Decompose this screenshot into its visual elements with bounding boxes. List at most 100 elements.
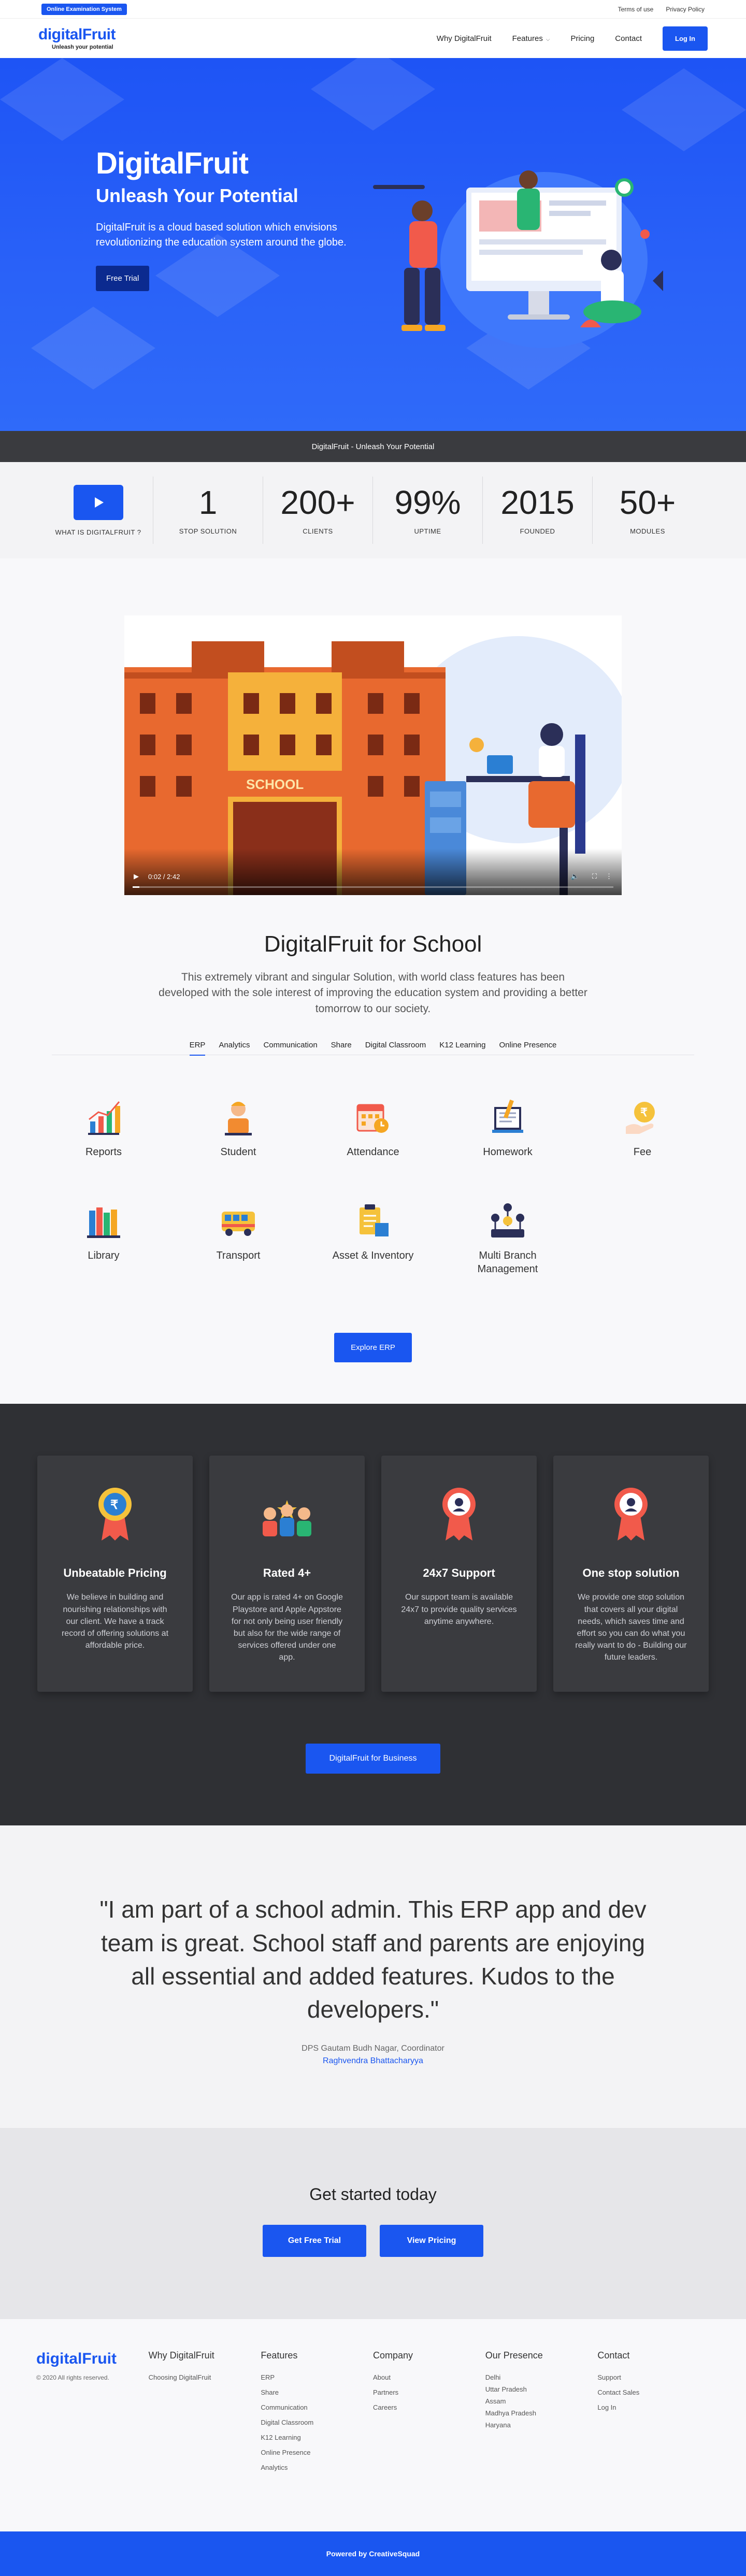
card-title: One stop solution: [582, 1566, 680, 1580]
fullscreen-icon[interactable]: ⛶: [592, 872, 597, 881]
explore-erp-button[interactable]: Explore ERP: [334, 1333, 412, 1363]
login-button[interactable]: Log In: [663, 26, 708, 51]
student-icon: [225, 1102, 252, 1136]
footer-col-title: Features: [261, 2350, 298, 2361]
feature-label: Student: [220, 1146, 256, 1158]
top-utility-bar: Online Examination System Terms of use P…: [0, 0, 746, 19]
tab-erp[interactable]: ERP: [189, 1041, 206, 1056]
support-badge-icon: [442, 1488, 476, 1541]
footer-col-presence: Our Presence Delhi Uttar Pradesh Assam M…: [485, 2350, 598, 2479]
stat-item: 200+ CLIENTS: [263, 477, 373, 544]
footer-link[interactable]: Digital Classroom: [261, 2419, 373, 2426]
get-free-trial-button[interactable]: Get Free Trial: [263, 2224, 366, 2257]
footer-text: Uttar Pradesh: [485, 2385, 527, 2393]
tagline-banner: DigitalFruit - Unleash Your Potential: [0, 431, 746, 462]
brand-logo[interactable]: digitalFruit Unleash your potential: [38, 25, 116, 50]
terms-link[interactable]: Terms of use: [618, 6, 654, 13]
feature-label: Asset & Inventory: [332, 1250, 414, 1262]
footer-col-title: Company: [373, 2350, 413, 2361]
stat-label: MODULES: [630, 527, 665, 535]
nav-links: Why DigitalFruit Features ⌵ Pricing Conta…: [437, 26, 708, 51]
tab-online-presence[interactable]: Online Presence: [499, 1041, 557, 1049]
play-control-icon[interactable]: ▶: [134, 872, 139, 881]
volume-icon[interactable]: 🔈: [571, 872, 579, 881]
footer-link[interactable]: ERP: [261, 2373, 373, 2381]
card-text: We believe in building and nourishing re…: [61, 1593, 169, 1650]
footer-link[interactable]: Online Presence: [261, 2449, 373, 2456]
tab-analytics[interactable]: Analytics: [219, 1041, 250, 1049]
stat-label: UPTIME: [414, 527, 441, 535]
stat-item: 1 STOP SOLUTION: [153, 477, 263, 544]
video-player[interactable]: SCHOOL ▶ 0:02 / 2:42 🔈 ⛶ ⋮: [124, 615, 622, 895]
nav-contact[interactable]: Contact: [615, 34, 642, 43]
logo-text: digitalFruit: [38, 25, 116, 43]
more-options-icon[interactable]: ⋮: [606, 872, 612, 881]
powered-by-bar[interactable]: Powered by CreativeSquad: [0, 2531, 746, 2576]
footer-link[interactable]: Share: [261, 2388, 373, 2396]
feature-student[interactable]: Student: [171, 1097, 306, 1159]
online-exam-badge[interactable]: Online Examination System: [41, 3, 127, 15]
footer-link[interactable]: Careers: [373, 2404, 485, 2411]
nav-features[interactable]: Features ⌵: [512, 34, 550, 43]
feature-tabs: ERP Analytics Communication Share Digita…: [52, 1041, 694, 1056]
footer-link[interactable]: Contact Sales: [597, 2388, 710, 2396]
school-section: SCHOOL ▶ 0:02 / 2:42 🔈 ⛶ ⋮ DigitalFruit …: [0, 558, 746, 1404]
get-started-section: Get started today Get Free Trial View Pr…: [0, 2127, 746, 2319]
footer-link[interactable]: Partners: [373, 2388, 485, 2396]
feature-reports[interactable]: Reports: [36, 1097, 171, 1159]
stat-item: 99% UPTIME: [373, 477, 483, 544]
feature-fee[interactable]: ₹ Fee: [575, 1097, 710, 1159]
tab-share[interactable]: Share: [331, 1041, 352, 1049]
view-pricing-button[interactable]: View Pricing: [380, 2224, 483, 2257]
school-description: This extremely vibrant and singular Solu…: [159, 971, 587, 1015]
stat-number: 200+: [280, 483, 355, 521]
stat-label: FOUNDED: [520, 527, 555, 535]
footer-logo[interactable]: digitalFruit: [36, 2350, 149, 2368]
footer-link[interactable]: Communication: [261, 2404, 373, 2411]
school-title: DigitalFruit for School: [264, 931, 482, 957]
erp-features-grid: Reports Student Attendance Homework ₹ Fe…: [36, 1097, 710, 1276]
svg-text:₹: ₹: [640, 1106, 648, 1119]
nav-pricing[interactable]: Pricing: [570, 34, 594, 43]
feature-multi-branch[interactable]: Multi Branch Management: [440, 1200, 575, 1276]
play-icon: [94, 497, 104, 508]
library-icon: [87, 1207, 120, 1239]
utility-links: Terms of use Privacy Policy: [618, 6, 705, 13]
feature-library[interactable]: Library: [36, 1200, 171, 1276]
footer-text: Madhya Pradesh: [485, 2409, 536, 2417]
bus-icon: [222, 1212, 255, 1236]
feature-transport[interactable]: Transport: [171, 1200, 306, 1276]
feature-asset-inventory[interactable]: Asset & Inventory: [306, 1200, 440, 1276]
video-progress-bar[interactable]: [133, 886, 613, 888]
testimonial-role: DPS Gautam Budh Nagar, Coordinator: [302, 2043, 444, 2053]
tab-k12-learning[interactable]: K12 Learning: [439, 1041, 485, 1049]
tab-communication[interactable]: Communication: [263, 1041, 317, 1049]
privacy-link[interactable]: Privacy Policy: [666, 6, 705, 13]
card-title: Unbeatable Pricing: [63, 1566, 167, 1580]
video-controls: [124, 848, 622, 895]
footer-link[interactable]: Choosing DigitalFruit: [149, 2373, 261, 2381]
play-video-button[interactable]: [73, 484, 123, 520]
svg-text:₹: ₹: [110, 1498, 118, 1512]
free-trial-button[interactable]: Free Trial: [96, 266, 150, 291]
inventory-icon: [360, 1204, 389, 1237]
footer-col-contact: Contact Support Contact Sales Log In: [597, 2350, 710, 2479]
stat-number: 50+: [619, 483, 676, 521]
footer-link[interactable]: K12 Learning: [261, 2434, 373, 2441]
stats-strip: WHAT IS DIGITALFRUIT ? 1 STOP SOLUTION 2…: [0, 462, 746, 558]
footer-link[interactable]: About: [373, 2373, 485, 2381]
footer-link[interactable]: Support: [597, 2373, 710, 2381]
hero-text: DigitalFruit Unleash Your Potential Digi…: [96, 146, 376, 291]
tab-digital-classroom[interactable]: Digital Classroom: [365, 1041, 426, 1049]
homework-icon: [492, 1100, 523, 1133]
hero-section: DigitalFruit Unleash Your Potential Digi…: [0, 58, 746, 431]
video-label: WHAT IS DIGITALFRUIT ?: [55, 528, 141, 536]
multi-branch-icon: [491, 1203, 524, 1238]
business-button[interactable]: DigitalFruit for Business: [306, 1744, 440, 1774]
footer-link[interactable]: Log In: [597, 2404, 710, 2411]
footer-link[interactable]: Analytics: [261, 2464, 373, 2471]
feature-homework[interactable]: Homework: [440, 1097, 575, 1159]
footer-col-company: Company About Partners Careers: [373, 2350, 485, 2479]
feature-attendance[interactable]: Attendance: [306, 1097, 440, 1159]
nav-why[interactable]: Why DigitalFruit: [437, 34, 492, 43]
